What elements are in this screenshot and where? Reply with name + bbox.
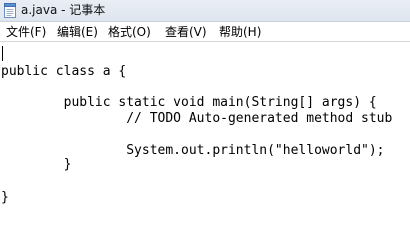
menu-view[interactable]: 查看(V) <box>165 24 207 40</box>
code-line: } <box>1 190 9 205</box>
code-line: System.out.println("helloworld"); <box>1 143 385 158</box>
menu-format[interactable]: 格式(O) <box>108 24 151 40</box>
code-line: public class a { <box>1 64 127 79</box>
menu-bar: 文件(F) 编辑(E) 格式(O) 查看(V) 帮助(H) <box>0 22 410 42</box>
code-line: public static void main(String[] args) { <box>1 95 377 110</box>
menu-help[interactable]: 帮助(H) <box>219 24 261 40</box>
window-title: a.java - 记事本 <box>21 3 106 17</box>
text-caret <box>2 46 3 61</box>
notepad-window: a.java - 记事本 文件(F) 编辑(E) 格式(O) 查看(V) 帮助(… <box>0 0 410 211</box>
code-line: // TODO Auto-generated method stub <box>1 111 393 126</box>
code-line: } <box>1 157 72 172</box>
notepad-icon <box>4 3 16 18</box>
text-editor[interactable]: public class a { public static void main… <box>0 43 410 211</box>
title-bar[interactable]: a.java - 记事本 <box>0 0 410 22</box>
menu-file[interactable]: 文件(F) <box>6 24 46 40</box>
menu-edit[interactable]: 编辑(E) <box>57 24 98 40</box>
